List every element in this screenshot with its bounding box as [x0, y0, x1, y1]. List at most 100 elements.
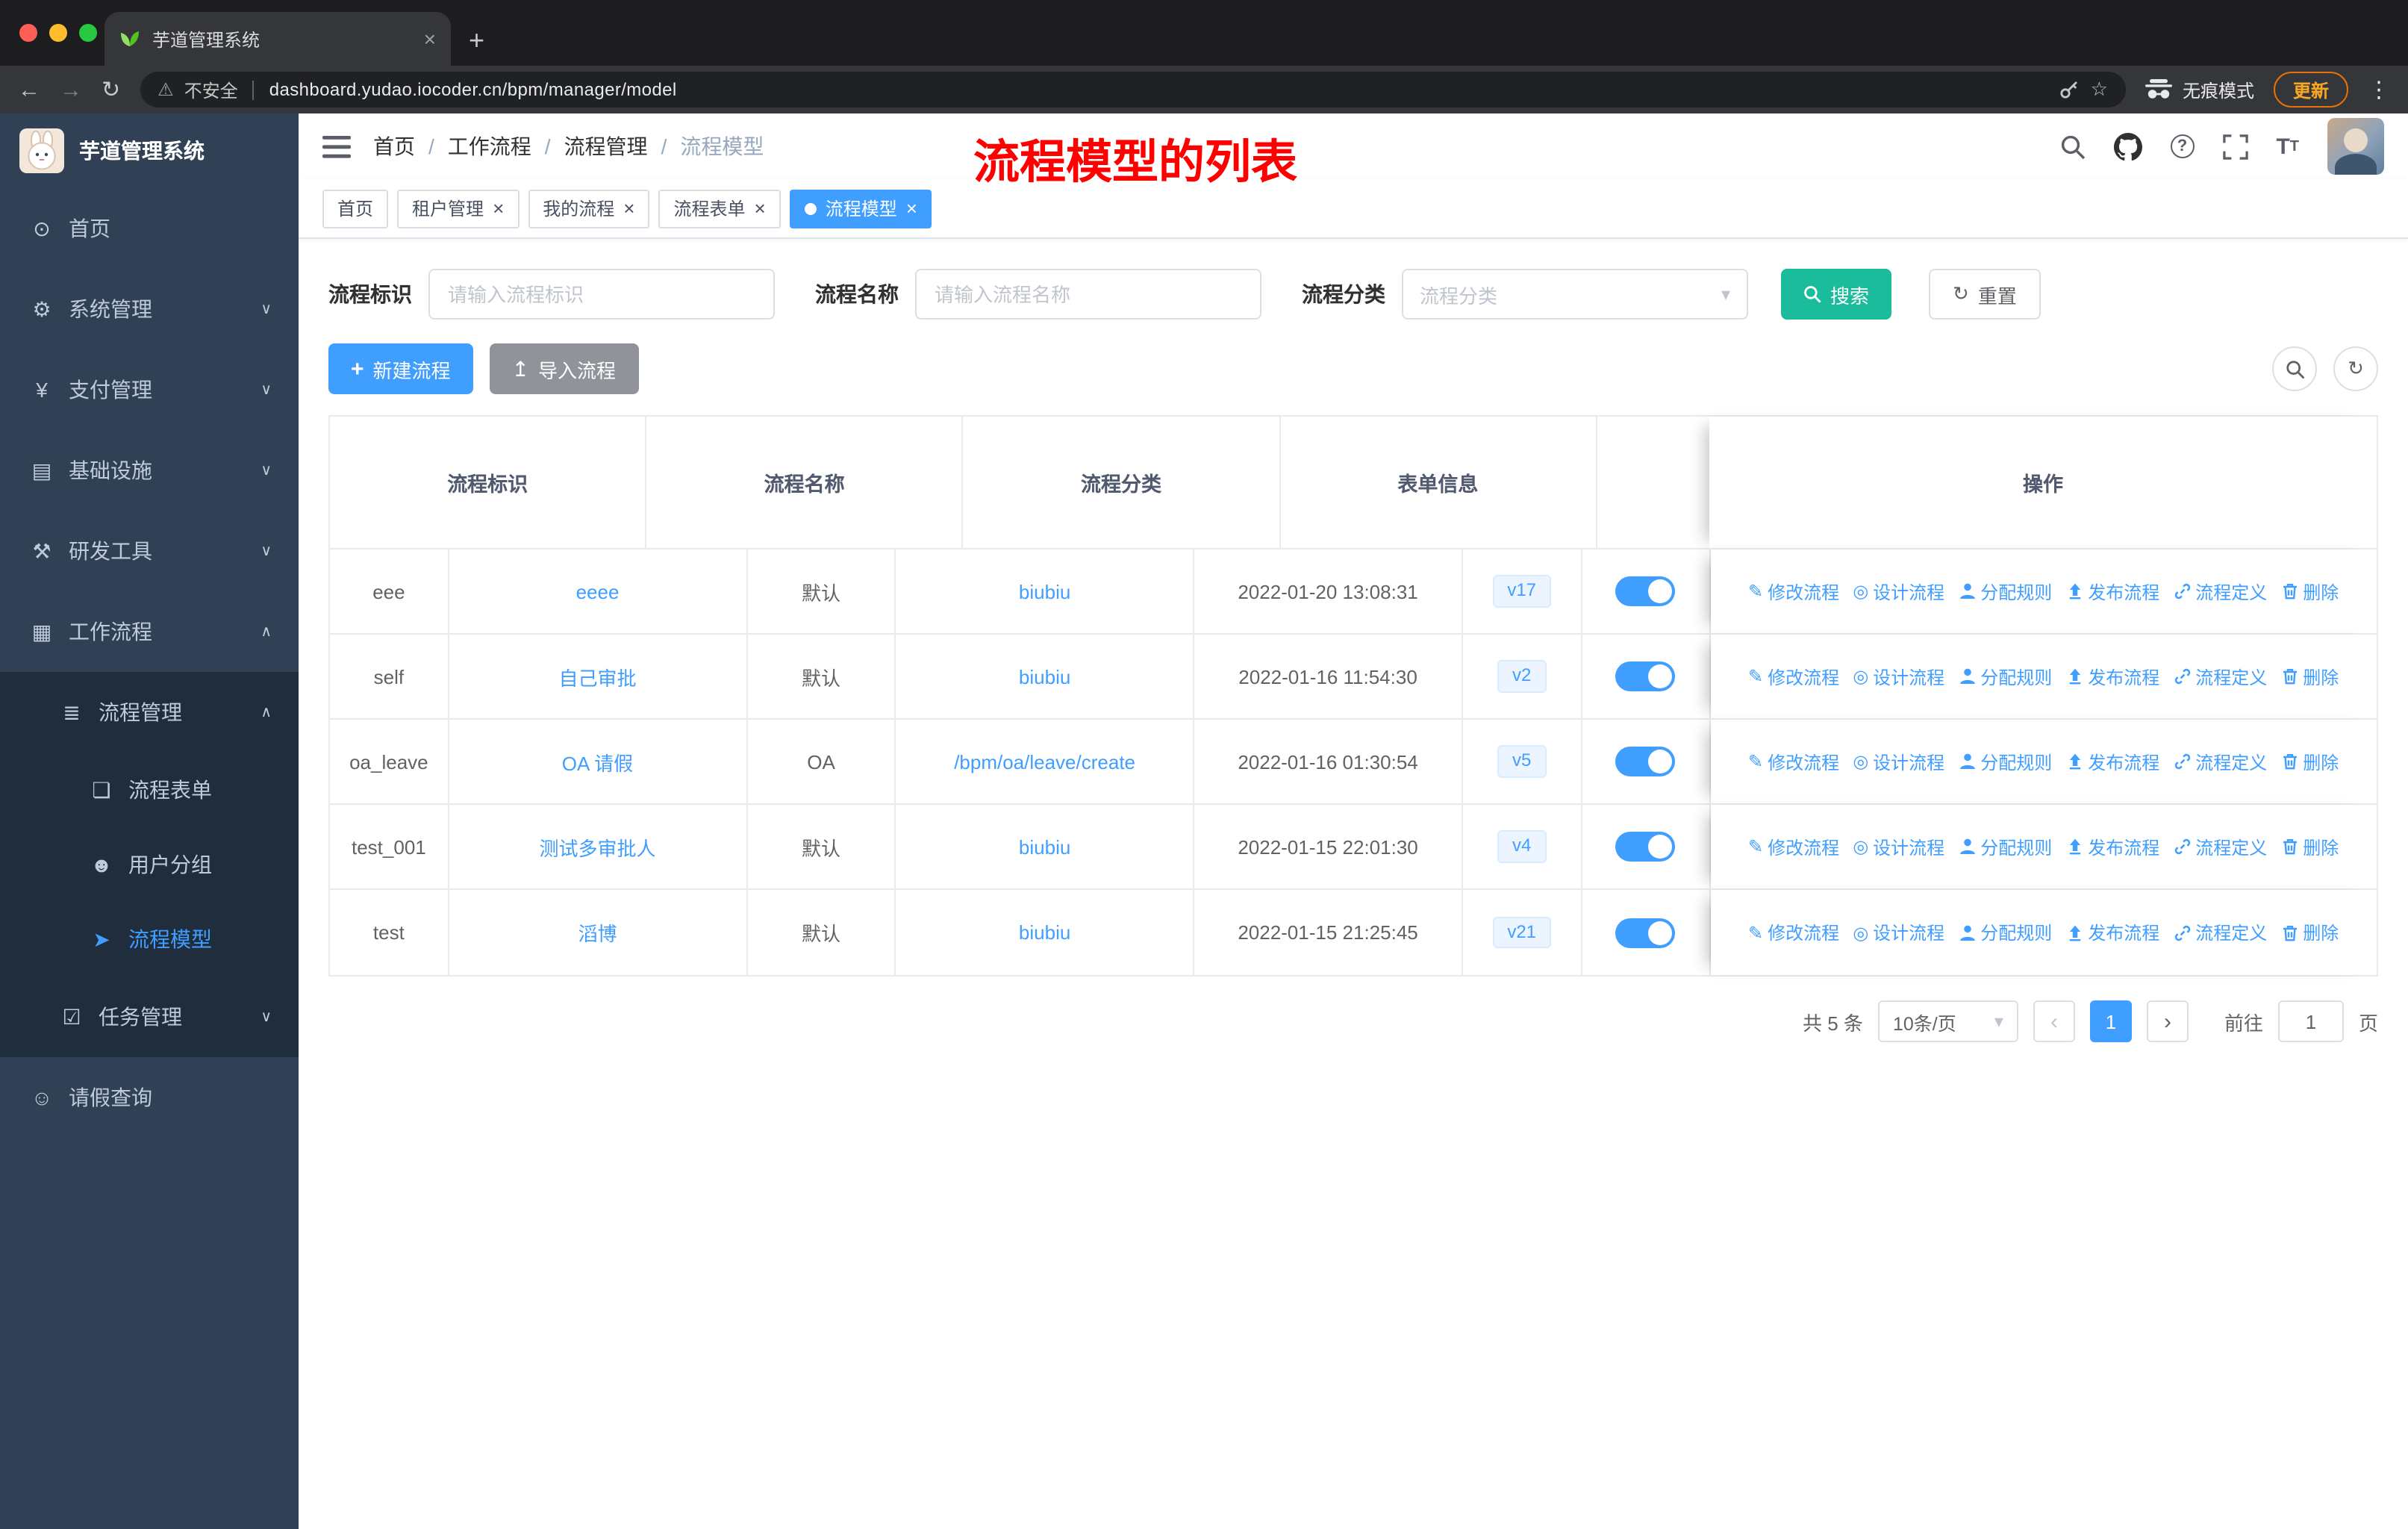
- action-design-link[interactable]: ◎ 设计流程: [1853, 920, 1944, 945]
- sidebar-item-home[interactable]: ⊙ 首页: [0, 188, 299, 269]
- active-toggle[interactable]: [1615, 661, 1676, 691]
- form-link[interactable]: biubiu: [1019, 921, 1070, 944]
- sidebar-item-dev-tools[interactable]: ⚒ 研发工具 ∨: [0, 511, 299, 591]
- help-icon[interactable]: ?: [2170, 134, 2195, 158]
- tag-my-process[interactable]: 我的流程 ×: [528, 189, 650, 228]
- action-assign-link[interactable]: 分配规则: [1958, 749, 2052, 774]
- window-close-button[interactable]: [19, 24, 37, 42]
- action-modify-link[interactable]: ✎ 修改流程: [1748, 579, 1839, 604]
- tag-close-icon[interactable]: ×: [755, 199, 766, 218]
- process-name-link[interactable]: eeee: [576, 580, 620, 602]
- action-definition-link[interactable]: 流程定义: [2173, 749, 2267, 774]
- search-icon[interactable]: [2059, 134, 2085, 159]
- tag-home[interactable]: 首页: [322, 189, 389, 228]
- action-publish-link[interactable]: 发布流程: [2065, 664, 2159, 689]
- url-bar[interactable]: ⚠ 不安全 dashboard.yudao.iocoder.cn/bpm/man…: [140, 72, 2126, 108]
- forward-icon[interactable]: →: [60, 78, 82, 101]
- password-key-icon[interactable]: [2059, 79, 2080, 100]
- tag-process-model[interactable]: 流程模型 ×: [789, 189, 932, 228]
- breadcrumb-item[interactable]: 首页: [373, 131, 415, 161]
- action-publish-link[interactable]: 发布流程: [2065, 579, 2159, 604]
- process-name-link[interactable]: 测试多审批人: [539, 832, 655, 861]
- action-delete-link[interactable]: 删除: [2280, 664, 2339, 689]
- font-size-icon[interactable]: TT: [2276, 134, 2299, 159]
- page-size-select[interactable]: 10条/页: [1877, 1000, 2018, 1042]
- toggle-search-button[interactable]: [2272, 346, 2317, 391]
- tab-close-icon[interactable]: ×: [424, 27, 436, 51]
- next-page-button[interactable]: [2146, 1000, 2189, 1042]
- process-name-input[interactable]: [915, 269, 1261, 320]
- browser-menu-icon[interactable]: ⋮: [2368, 76, 2390, 103]
- tag-close-icon[interactable]: ×: [906, 199, 917, 218]
- sidebar-item-workflow[interactable]: ▦ 工作流程 ∧: [0, 591, 299, 672]
- create-process-button[interactable]: 新建流程: [328, 343, 473, 394]
- action-assign-link[interactable]: 分配规则: [1958, 664, 2052, 689]
- action-modify-link[interactable]: ✎ 修改流程: [1748, 664, 1839, 689]
- action-delete-link[interactable]: 删除: [2280, 749, 2339, 774]
- sidebar-item-process-model[interactable]: ➤ 流程模型: [0, 902, 299, 977]
- action-publish-link[interactable]: 发布流程: [2065, 749, 2159, 774]
- update-button[interactable]: 更新: [2273, 72, 2348, 108]
- goto-page-input[interactable]: [2277, 1000, 2344, 1042]
- action-delete-link[interactable]: 删除: [2280, 579, 2339, 604]
- active-toggle[interactable]: [1615, 832, 1676, 862]
- page-number-button[interactable]: 1: [2089, 1000, 2132, 1042]
- browser-tab[interactable]: 芋道管理系统 ×: [105, 12, 451, 66]
- action-design-link[interactable]: ◎ 设计流程: [1853, 664, 1944, 689]
- import-process-button[interactable]: 导入流程: [489, 343, 639, 394]
- sidebar-item-system-management[interactable]: ⚙ 系统管理 ∨: [0, 269, 299, 349]
- action-delete-link[interactable]: 删除: [2280, 920, 2339, 945]
- avatar[interactable]: [2327, 118, 2384, 175]
- action-design-link[interactable]: ◎ 设计流程: [1853, 579, 1944, 604]
- process-name-link[interactable]: OA 请假: [562, 747, 633, 776]
- window-zoom-button[interactable]: [79, 24, 97, 42]
- breadcrumb-item[interactable]: 工作流程: [448, 131, 531, 161]
- action-assign-link[interactable]: 分配规则: [1958, 920, 2052, 945]
- github-icon[interactable]: [2113, 132, 2142, 161]
- window-minimize-button[interactable]: [49, 24, 67, 42]
- action-definition-link[interactable]: 流程定义: [2173, 664, 2267, 689]
- sidebar-item-user-group[interactable]: ☻ 用户分组: [0, 827, 299, 902]
- action-modify-link[interactable]: ✎ 修改流程: [1748, 834, 1839, 859]
- reset-button[interactable]: 重置: [1929, 269, 2041, 320]
- search-button[interactable]: 搜索: [1781, 269, 1892, 320]
- sidebar-item-leave-query[interactable]: ☺ 请假查询: [0, 1057, 299, 1138]
- action-assign-link[interactable]: 分配规则: [1958, 579, 2052, 604]
- action-definition-link[interactable]: 流程定义: [2173, 834, 2267, 859]
- action-design-link[interactable]: ◎ 设计流程: [1853, 834, 1944, 859]
- active-toggle[interactable]: [1615, 747, 1676, 776]
- form-link[interactable]: /bpm/oa/leave/create: [954, 750, 1135, 773]
- process-key-input[interactable]: [428, 269, 775, 320]
- action-definition-link[interactable]: 流程定义: [2173, 920, 2267, 945]
- process-name-link[interactable]: 自己审批: [558, 662, 636, 691]
- fullscreen-icon[interactable]: [2222, 134, 2248, 159]
- action-definition-link[interactable]: 流程定义: [2173, 579, 2267, 604]
- bookmark-star-icon[interactable]: ☆: [2091, 78, 2108, 102]
- form-link[interactable]: biubiu: [1019, 580, 1070, 602]
- form-link[interactable]: biubiu: [1019, 665, 1070, 688]
- process-name-link[interactable]: 滔博: [578, 918, 617, 947]
- action-publish-link[interactable]: 发布流程: [2065, 920, 2159, 945]
- reload-icon[interactable]: ↻: [102, 78, 120, 101]
- action-modify-link[interactable]: ✎ 修改流程: [1748, 749, 1839, 774]
- sidebar-item-infrastructure[interactable]: ▤ 基础设施 ∨: [0, 430, 299, 511]
- sidebar-item-process-form[interactable]: ❏ 流程表单: [0, 753, 299, 827]
- refresh-button[interactable]: ↻: [2333, 346, 2378, 391]
- action-modify-link[interactable]: ✎ 修改流程: [1748, 920, 1839, 945]
- sidebar-item-process-management[interactable]: ≣ 流程管理 ∧: [0, 672, 299, 753]
- action-assign-link[interactable]: 分配规则: [1958, 834, 2052, 859]
- active-toggle[interactable]: [1615, 918, 1676, 947]
- breadcrumb-item[interactable]: 流程管理: [564, 131, 648, 161]
- tag-close-icon[interactable]: ×: [623, 199, 634, 218]
- sidebar-item-task-management[interactable]: ☑ 任务管理 ∨: [0, 977, 299, 1057]
- form-link[interactable]: biubiu: [1019, 835, 1070, 858]
- action-delete-link[interactable]: 删除: [2280, 834, 2339, 859]
- active-toggle[interactable]: [1615, 576, 1676, 606]
- prev-page-button[interactable]: [2033, 1000, 2075, 1042]
- action-publish-link[interactable]: 发布流程: [2065, 834, 2159, 859]
- sidebar-toggle-icon[interactable]: [322, 135, 351, 158]
- sidebar-item-payment-management[interactable]: ¥ 支付管理 ∨: [0, 349, 299, 430]
- category-select[interactable]: 流程分类: [1402, 269, 1748, 320]
- tag-process-form[interactable]: 流程表单 ×: [658, 189, 781, 228]
- new-tab-button[interactable]: +: [469, 25, 484, 57]
